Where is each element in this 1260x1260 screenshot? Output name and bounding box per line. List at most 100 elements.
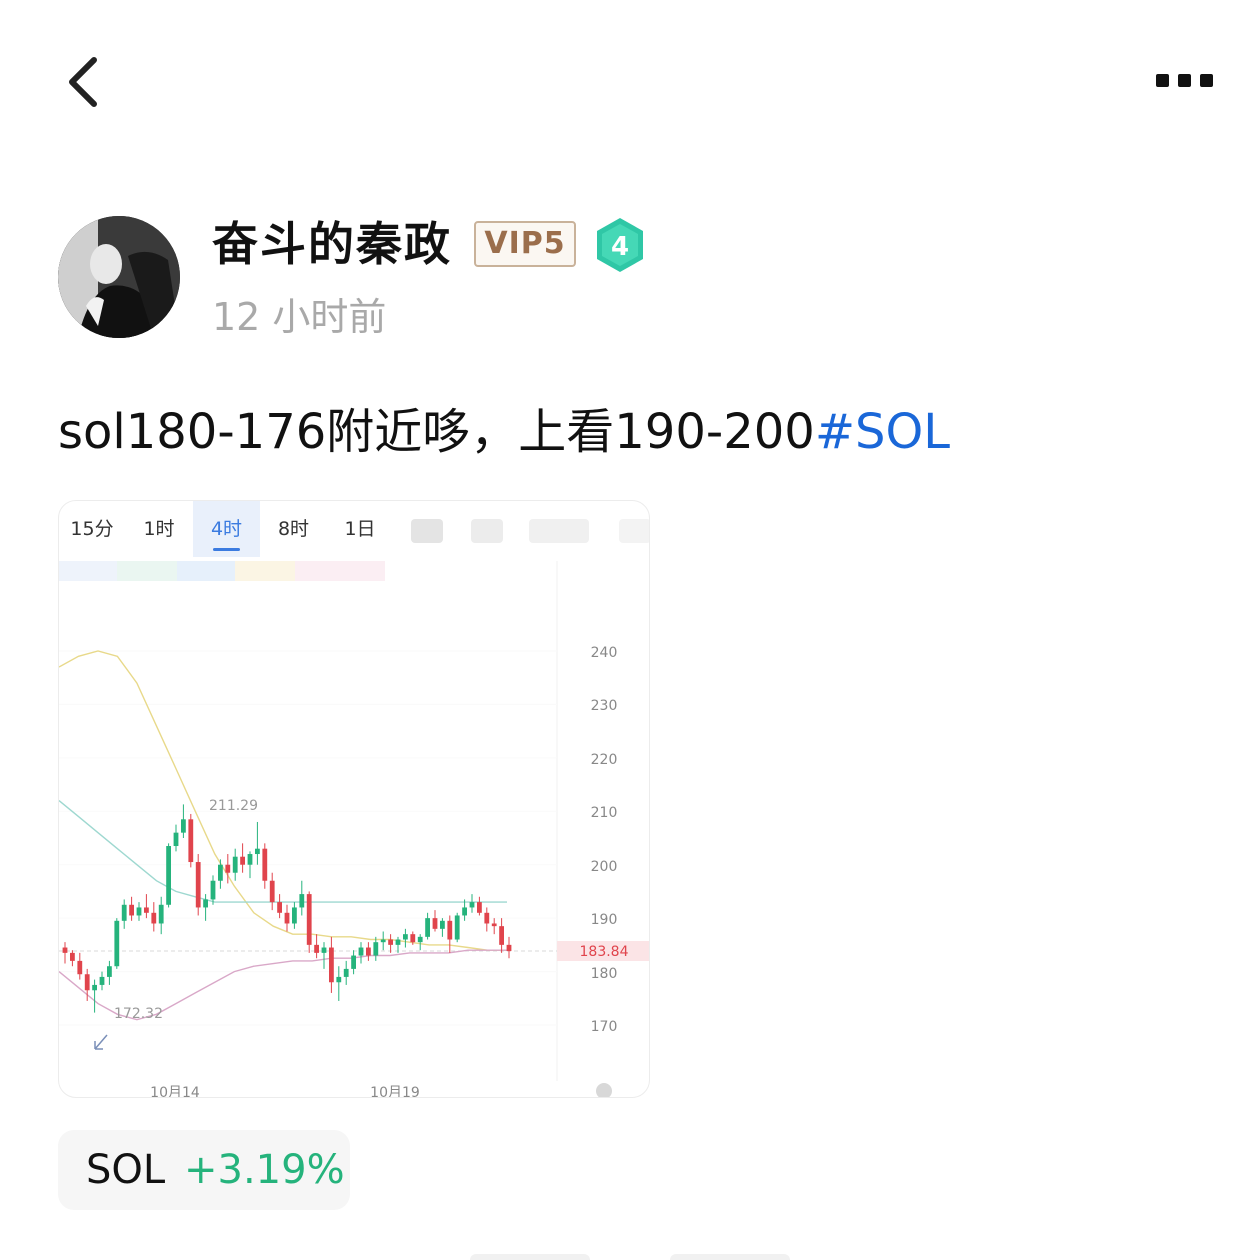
candle-body	[195, 862, 201, 908]
candle-body	[292, 907, 297, 924]
candle-body	[121, 904, 127, 921]
y-tick-label: 240	[591, 645, 618, 661]
post-body: sol180-176附近哆，上看190-200#SOL	[58, 400, 950, 464]
back-button[interactable]	[58, 52, 114, 112]
level-number: 4	[611, 232, 629, 262]
y-tick-label: 210	[591, 805, 618, 821]
candle-body	[366, 947, 371, 956]
candle-body	[181, 819, 186, 833]
candle-body	[166, 846, 171, 905]
candle-body	[432, 918, 438, 929]
candle-body	[151, 912, 157, 924]
chart-card[interactable]: 15分 1时 4时 8时 1日 240 230 220 210 200 190 …	[58, 500, 650, 1098]
candle-body	[403, 934, 408, 940]
vip-badge: VIP5	[474, 221, 576, 267]
indicator-legend-strip	[59, 561, 385, 581]
candle-body	[440, 920, 445, 929]
candle-body	[62, 947, 68, 953]
candle-body	[210, 880, 216, 900]
candle-body	[77, 960, 83, 975]
y-tick-label: 200	[591, 859, 618, 875]
candle-body	[447, 920, 453, 940]
post-timestamp: 12 小时前	[212, 295, 387, 339]
candle-body	[484, 912, 490, 924]
y-tick-label: 220	[591, 752, 618, 768]
ticker-chip[interactable]: SOL +3.19%	[58, 1130, 350, 1210]
candle-body	[203, 899, 208, 908]
candle-body	[136, 907, 142, 916]
middle-band-line	[59, 800, 507, 903]
candle-body	[92, 984, 97, 991]
candle-body	[173, 832, 179, 847]
candle-body	[158, 904, 164, 924]
candle-body	[395, 939, 401, 945]
more-dot-icon	[1178, 74, 1191, 87]
candle-body	[99, 976, 105, 985]
last-price-label: 183.84	[580, 944, 629, 960]
user-avatar-icon	[58, 216, 180, 338]
post-text: sol180-176附近哆，上看190-200	[58, 404, 815, 460]
bottom-toolbar-edge	[470, 1254, 790, 1260]
candle-body	[277, 902, 282, 913]
candle-body	[284, 912, 290, 924]
low-marker-label: 172.32	[114, 1006, 163, 1022]
candle-body	[225, 864, 231, 873]
candle-body	[336, 976, 342, 983]
candle-body	[351, 955, 356, 969]
candle-body	[232, 856, 238, 873]
candle-body	[218, 864, 223, 881]
chart-labels: 240 230 220 210 200 190 180 170 183.84 1…	[94, 645, 649, 1098]
candle-body	[477, 902, 482, 913]
candle-body	[417, 936, 423, 943]
chart-gridlines	[59, 650, 557, 1026]
more-dot-icon	[1200, 74, 1213, 87]
x-tick-label: 10月19	[370, 1085, 420, 1098]
avatar[interactable]	[58, 216, 180, 338]
candle-body	[240, 856, 245, 865]
candlestick-chart: 240 230 220 210 200 190 180 170 183.84 1…	[59, 561, 649, 1098]
hashtag-link[interactable]: #SOL	[815, 404, 950, 460]
candle-body	[321, 947, 327, 953]
candle-body	[247, 854, 253, 865]
y-tick-label: 190	[591, 912, 618, 928]
candle-body	[462, 907, 467, 916]
candle-body	[499, 926, 504, 945]
candle-body	[188, 819, 194, 863]
low-marker-arrow-icon	[94, 1034, 108, 1050]
candle-body	[114, 920, 120, 967]
candle-body	[506, 944, 512, 952]
candle-body	[358, 947, 364, 956]
ticker-symbol: SOL	[86, 1147, 166, 1193]
candle-body	[388, 939, 393, 945]
candle-body	[306, 894, 312, 945]
candle-body	[491, 923, 497, 927]
candle-body	[380, 939, 386, 943]
author-name[interactable]: 奋斗的秦政	[212, 212, 452, 276]
x-tick-label: 10月14	[150, 1085, 200, 1098]
more-dot-icon	[1156, 74, 1169, 87]
candle-body	[299, 894, 305, 908]
bollinger-bands	[59, 650, 507, 1021]
candle-body	[144, 907, 149, 913]
chart-settings-icon	[596, 1083, 612, 1097]
candle-body	[454, 915, 460, 940]
candle-body	[425, 918, 430, 937]
candle-body	[410, 934, 416, 943]
level-hexagon-icon: 4	[597, 218, 643, 272]
high-marker-label: 211.29	[209, 798, 258, 814]
candle-body	[107, 966, 112, 977]
candle-body	[70, 952, 75, 961]
candle-body	[255, 848, 260, 855]
candle-body	[84, 974, 90, 991]
y-tick-label: 230	[591, 698, 618, 714]
candle-body	[269, 880, 275, 903]
level-badge: 4	[594, 216, 646, 274]
y-tick-label: 180	[591, 966, 618, 982]
candle-body	[129, 904, 134, 916]
top-bar	[0, 0, 1260, 160]
more-button[interactable]	[1148, 66, 1220, 96]
chevron-left-icon	[69, 57, 97, 107]
candle-body	[329, 947, 334, 983]
candle-body	[343, 968, 349, 977]
candle-body	[314, 944, 319, 953]
